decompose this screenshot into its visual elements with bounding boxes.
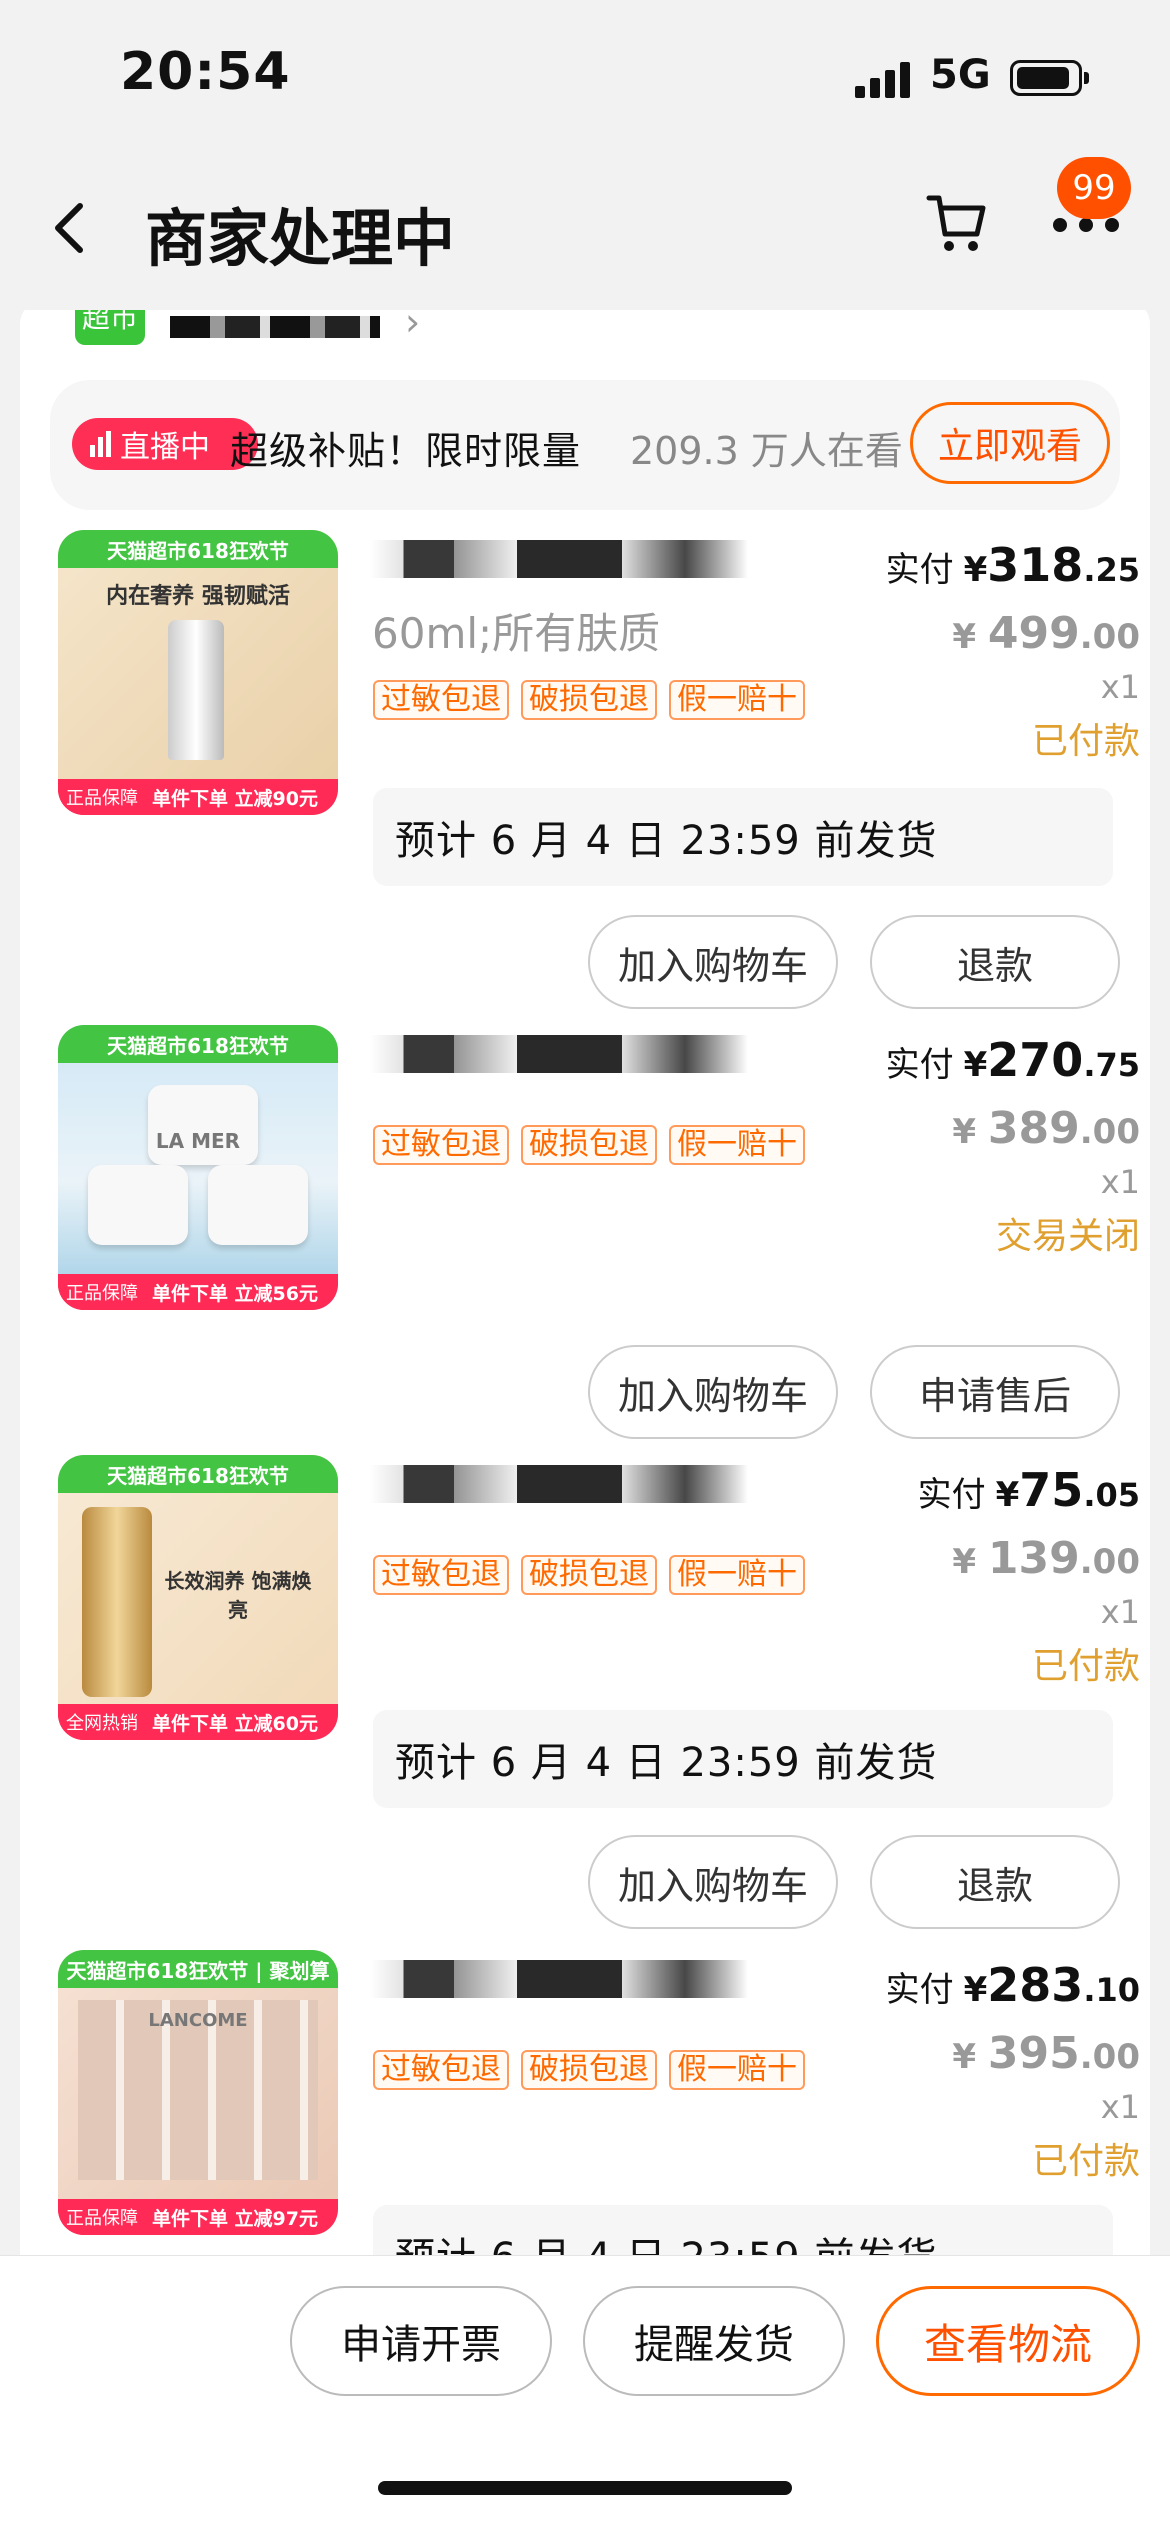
- status-time: 20:54: [120, 42, 291, 102]
- thumb-corner-badge: 正品保障: [58, 2199, 146, 2235]
- tag: 过敏包退: [373, 1125, 509, 1165]
- refund-button[interactable]: 退款: [870, 915, 1120, 1009]
- tag: 破损包退: [521, 1125, 657, 1165]
- add-to-cart-button[interactable]: 加入购物车: [588, 915, 838, 1009]
- message-badge: 99: [1057, 157, 1131, 219]
- thumb-banner: 天猫超市618狂欢节: [58, 1025, 338, 1063]
- quantity: x1: [1100, 1163, 1140, 1201]
- guarantee-tags: 过敏包退 破损包退 假一赔十: [373, 680, 805, 720]
- refund-button[interactable]: 退款: [870, 1835, 1120, 1929]
- original-price: ¥ 395.00: [952, 2028, 1140, 2079]
- product-title-redacted: [370, 1465, 790, 1503]
- remind-shipment-button[interactable]: 提醒发货: [583, 2286, 845, 2396]
- order-status: 已付款: [1031, 2141, 1140, 2182]
- battery-icon: [1010, 60, 1089, 96]
- serum-bottle-image: [168, 620, 224, 760]
- thumb-headline: 长效润养 饱满焕亮: [164, 1569, 312, 1622]
- live-viewers: 209.3 万人在看: [630, 429, 903, 473]
- tag: 假一赔十: [669, 1555, 805, 1595]
- cart-icon[interactable]: [925, 190, 987, 256]
- order-status: 已付款: [1031, 1646, 1140, 1687]
- page-title: 商家处理中: [145, 202, 456, 275]
- home-indicator[interactable]: [378, 2481, 792, 2495]
- live-tag-label: 直播中: [120, 430, 210, 465]
- request-invoice-button[interactable]: 申请开票: [290, 2286, 552, 2396]
- view-logistics-button[interactable]: 查看物流: [876, 2286, 1140, 2396]
- tag: 破损包退: [521, 2050, 657, 2090]
- thumb-headline: LA MER: [155, 1129, 241, 1153]
- thumb-corner-badge: 全网热销: [58, 1704, 146, 1740]
- product-title-redacted: [370, 540, 790, 578]
- paid-price: 实付 ¥75.05: [917, 1463, 1140, 1517]
- shipping-estimate: 预计 6 月 4 日 23:59 前发货: [373, 1710, 1113, 1808]
- quantity: x1: [1100, 1593, 1140, 1631]
- order-status: 已付款: [1031, 721, 1140, 762]
- nav-bar: 商家处理中: [0, 150, 1170, 310]
- tag: 过敏包退: [373, 1555, 509, 1595]
- thumb-headline: 内在奢养 强韧赋活: [106, 584, 290, 609]
- tag: 假一赔十: [669, 680, 805, 720]
- product-title-redacted: [370, 1960, 790, 1998]
- shop-logo: 超市: [75, 310, 145, 345]
- bottom-action-bar: 申请开票 提醒发货 查看物流: [0, 2255, 1170, 2533]
- toner-bottle-image: [82, 1507, 152, 1697]
- thumb-corner-badge: 正品保障: [58, 779, 146, 815]
- original-price: ¥ 139.00: [952, 1533, 1140, 1584]
- paid-price: 实付 ¥318.25: [885, 538, 1140, 592]
- live-promo: 超级补贴！限时限量: [230, 429, 582, 473]
- product-title-redacted: [370, 1035, 790, 1073]
- live-bars-icon: [90, 431, 112, 457]
- thumb-headline: LANCOME: [148, 2010, 248, 2031]
- thumb-banner: 天猫超市618狂欢节: [58, 530, 338, 568]
- cream-jar-image: [148, 1085, 258, 1165]
- guarantee-tags: 过敏包退 破损包退 假一赔十: [373, 1125, 805, 1165]
- thumb-corner-badge: 正品保障: [58, 1274, 146, 1310]
- product-thumbnail[interactable]: 天猫超市618狂欢节 LA MER 正品保障 单件下单 立减56元: [58, 1025, 338, 1310]
- tag: 假一赔十: [669, 1125, 805, 1165]
- after-sales-button[interactable]: 申请售后: [870, 1345, 1120, 1439]
- paid-price: 实付 ¥270.75: [885, 1033, 1140, 1087]
- tag: 破损包退: [521, 680, 657, 720]
- add-to-cart-button[interactable]: 加入购物车: [588, 1345, 838, 1439]
- guarantee-tags: 过敏包退 破损包退 假一赔十: [373, 1555, 805, 1595]
- order-card: 超市 › 直播中 超级补贴！限时限量 209.3 万人在看 立即观看 天猫超市6…: [20, 310, 1150, 2255]
- product-thumbnail[interactable]: 天猫超市618狂欢节 长效润养 饱满焕亮 全网热销 单件下单 立减60元: [58, 1455, 338, 1740]
- add-to-cart-button[interactable]: 加入购物车: [588, 1835, 838, 1929]
- thumb-banner: 天猫超市618狂欢节 | 聚划算: [58, 1950, 338, 1988]
- watch-now-button[interactable]: 立即观看: [910, 402, 1110, 484]
- product-thumbnail[interactable]: 天猫超市618狂欢节 | 聚划算 LANCOME 正品保障 单件下单 立减97元: [58, 1950, 338, 2235]
- status-bar: 20:54 5G: [0, 0, 1170, 150]
- shipping-estimate: 预计 6 月 4 日 23:59 前发货: [373, 2205, 1113, 2255]
- quantity: x1: [1100, 2088, 1140, 2126]
- thumb-banner: 天猫超市618狂欢节: [58, 1455, 338, 1493]
- back-arrow-icon[interactable]: [50, 198, 90, 258]
- order-status: 交易关闭: [995, 1216, 1140, 1257]
- paid-price: 实付 ¥283.10: [885, 1958, 1140, 2012]
- product-thumbnail[interactable]: 天猫超市618狂欢节 内在奢养 强韧赋活 正品保障 单件下单 立减90元: [58, 530, 338, 815]
- cream-jar-image: [208, 1165, 308, 1245]
- tag: 破损包退: [521, 1555, 657, 1595]
- shipping-estimate: 预计 6 月 4 日 23:59 前发货: [373, 788, 1113, 886]
- tag: 假一赔十: [669, 2050, 805, 2090]
- quantity: x1: [1100, 668, 1140, 706]
- original-price: ¥ 499.00: [952, 608, 1140, 659]
- live-banner[interactable]: 直播中 超级补贴！限时限量 209.3 万人在看 立即观看: [50, 380, 1120, 510]
- shop-name-redacted: [170, 316, 380, 338]
- guarantee-tags: 过敏包退 破损包退 假一赔十: [373, 2050, 805, 2090]
- signal-icon: [855, 62, 911, 98]
- tag: 过敏包退: [373, 680, 509, 720]
- chevron-right-icon: ›: [405, 310, 421, 344]
- original-price: ¥ 389.00: [952, 1103, 1140, 1154]
- product-sku: 60ml;所有肤质: [372, 609, 661, 658]
- cream-jar-image: [88, 1165, 188, 1245]
- network-label: 5G: [930, 52, 991, 98]
- tag: 过敏包退: [373, 2050, 509, 2090]
- order-content[interactable]: 超市 › 直播中 超级补贴！限时限量 209.3 万人在看 立即观看 天猫超市6…: [0, 310, 1170, 2255]
